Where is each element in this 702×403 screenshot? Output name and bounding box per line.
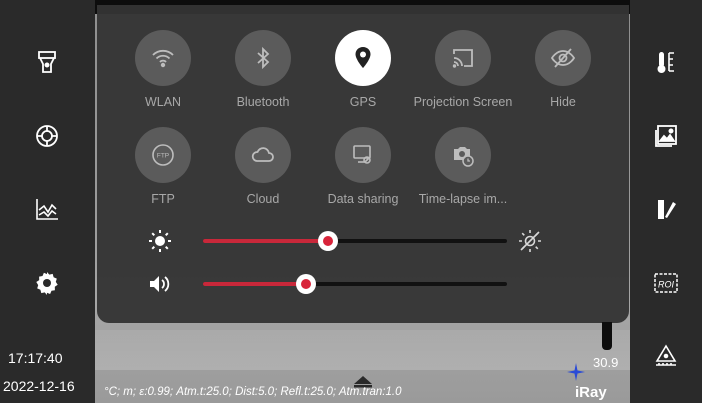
max-temperature-value: 30.9 (593, 355, 619, 370)
flashlight-icon (38, 51, 56, 73)
gallery-icon (655, 125, 677, 147)
cast-screen-icon (452, 49, 473, 68)
svg-text:FTP: FTP (157, 153, 169, 160)
crosshair-icon (567, 363, 585, 381)
tile-wlan-button[interactable] (135, 30, 191, 86)
tile-gps-label: GPS (349, 95, 377, 109)
wifi-icon (152, 49, 174, 68)
tile-bluetooth-label: Bluetooth (236, 95, 290, 109)
cloud-icon (251, 147, 274, 162)
brightness-knob[interactable] (317, 231, 338, 251)
tile-timelapse-label: Time-lapse im... (418, 192, 508, 206)
palette-icon (658, 200, 676, 219)
focus-icon (36, 125, 58, 147)
volume-icon (150, 276, 170, 292)
chart-icon (36, 199, 58, 220)
bluetooth-icon (257, 46, 270, 70)
brightness-track[interactable] (203, 231, 507, 251)
tile-projection-button[interactable] (435, 30, 491, 86)
tile-hide-label: Hide (550, 95, 576, 109)
volume-slider[interactable] (137, 269, 557, 299)
left-sidebar: 17:17:40 2022-12-16 (0, 0, 95, 403)
tile-gps[interactable]: GPS (308, 30, 418, 109)
settings-icon (36, 272, 58, 295)
tile-ftp-button[interactable]: FTP (135, 127, 191, 183)
thermometer-icon (657, 52, 674, 73)
ftp-icon: FTP (152, 144, 174, 166)
svg-text:ROI: ROI (658, 280, 675, 290)
tile-gps-button[interactable] (335, 30, 391, 86)
tile-hide-button[interactable] (535, 30, 591, 86)
timelapse-camera-icon (454, 147, 474, 167)
tile-ftp[interactable]: FTP FTP (108, 127, 218, 206)
brightness-slider[interactable] (137, 226, 557, 256)
right-sidebar: ROI (630, 0, 702, 403)
measure-button[interactable] (646, 335, 686, 375)
gallery-button[interactable] (646, 116, 686, 156)
flashlight-button[interactable] (27, 42, 67, 82)
temperature-scale-bar (602, 322, 612, 350)
location-pin-icon (355, 47, 371, 68)
tile-ftp-label: FTP (151, 192, 175, 206)
brightness-fill (203, 239, 328, 243)
brightness-icon (149, 230, 171, 252)
tile-projection[interactable]: Projection Screen (408, 30, 518, 109)
tile-projection-label: Projection Screen (413, 95, 513, 109)
quick-settings-panel: WLAN Bluetooth GPS Projection Screen Hid… (97, 5, 629, 323)
clock-time: 17:17:40 (8, 350, 63, 366)
data-sharing-icon (353, 145, 371, 164)
tile-data-sharing[interactable]: Data sharing (308, 127, 418, 206)
tile-data-sharing-label: Data sharing (327, 192, 399, 206)
tile-bluetooth-button[interactable] (235, 30, 291, 86)
tile-bluetooth[interactable]: Bluetooth (208, 30, 318, 109)
tile-timelapse-button[interactable] (435, 127, 491, 183)
roi-icon: ROI (654, 273, 678, 293)
palette-button[interactable] (646, 189, 686, 229)
clock-date: 2022-12-16 (3, 378, 75, 394)
tile-wlan-label: WLAN (144, 95, 182, 109)
volume-knob[interactable] (296, 274, 317, 294)
brand-logo: iRay (575, 384, 607, 401)
settings-button[interactable] (27, 263, 67, 303)
temperature-button[interactable] (646, 42, 686, 82)
volume-track[interactable] (203, 274, 507, 294)
tile-cloud[interactable]: Cloud (208, 127, 318, 206)
auto-brightness-icon[interactable] (517, 228, 543, 254)
roi-button[interactable]: ROI (646, 263, 686, 303)
measurement-params: °C; m; ε:0.99; Atm.t:25.0; Dist:5.0; Ref… (104, 386, 402, 398)
tile-timelapse[interactable]: Time-lapse im... (408, 127, 518, 206)
eye-off-icon (550, 48, 576, 68)
tile-wlan[interactable]: WLAN (108, 30, 218, 109)
tile-cloud-label: Cloud (246, 192, 280, 206)
focus-button[interactable] (27, 116, 67, 156)
tile-cloud-button[interactable] (235, 127, 291, 183)
measure-icon (655, 344, 677, 366)
analysis-chart-button[interactable] (27, 189, 67, 229)
tile-data-sharing-button[interactable] (335, 127, 391, 183)
volume-fill (203, 282, 307, 286)
tile-hide[interactable]: Hide (508, 30, 618, 109)
